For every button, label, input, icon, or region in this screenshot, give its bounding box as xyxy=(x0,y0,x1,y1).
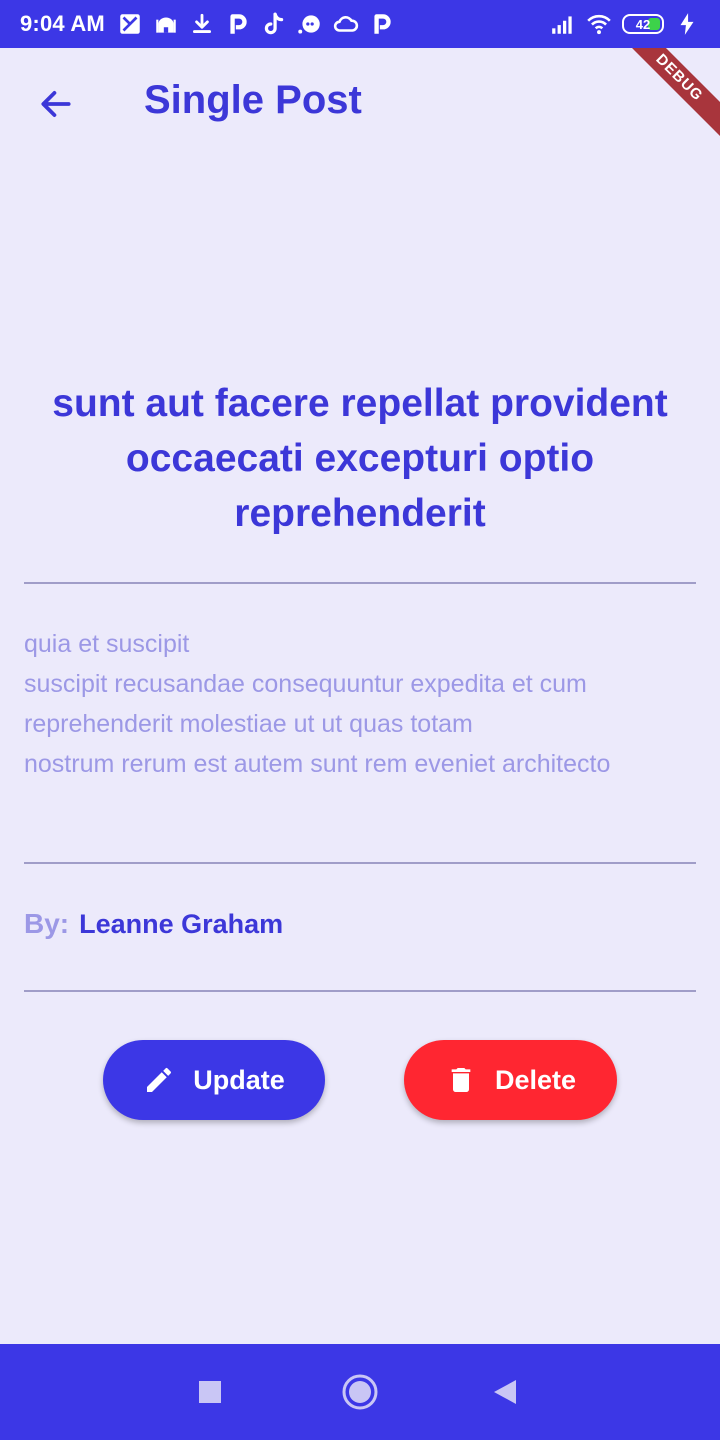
recents-button[interactable] xyxy=(188,1370,232,1414)
post-title: sunt aut facere repellat provident occae… xyxy=(52,382,668,535)
home-button[interactable] xyxy=(338,1370,382,1414)
app-bar: Single Post xyxy=(0,48,720,158)
trash-icon xyxy=(451,1068,471,1092)
divider xyxy=(24,990,696,992)
post-body: quia et suscipit suscipit recusandae con… xyxy=(24,630,611,778)
delete-button[interactable]: Delete xyxy=(404,1040,617,1120)
update-button[interactable]: Update xyxy=(103,1040,325,1120)
signal-icon xyxy=(550,11,576,37)
page-title: Single Post xyxy=(144,78,362,122)
author-label: By: xyxy=(24,908,70,939)
charging-icon xyxy=(674,11,700,37)
battery-icon: 42 xyxy=(622,14,664,34)
mosque-icon xyxy=(153,11,179,37)
update-button-label: Update xyxy=(193,1064,285,1095)
p-app-icon xyxy=(225,11,251,37)
delete-button-label: Delete xyxy=(494,1064,577,1095)
battery-level: 42 xyxy=(635,16,651,32)
cloud-icon xyxy=(333,11,359,37)
back-icon xyxy=(494,1380,516,1404)
recents-icon xyxy=(199,1381,221,1403)
author-name: Leanne Graham xyxy=(79,909,284,939)
pencil-icon xyxy=(147,1067,172,1092)
map-icon xyxy=(117,11,143,37)
chat-icon xyxy=(297,11,323,37)
back-button[interactable] xyxy=(32,86,80,122)
divider xyxy=(24,862,696,864)
notification-icons xyxy=(117,11,395,37)
nav-back-button[interactable] xyxy=(484,1370,528,1414)
status-time: 9:04 AM xyxy=(20,11,105,36)
system-status-icons: 42 xyxy=(550,11,700,37)
tiktok-icon xyxy=(261,11,287,37)
download-icon xyxy=(189,11,215,37)
home-icon xyxy=(342,1374,378,1410)
arrow-back-icon xyxy=(41,91,71,117)
wifi-icon xyxy=(586,11,612,37)
author-row: By: Leanne Graham xyxy=(24,908,283,940)
divider xyxy=(24,582,696,584)
p-app-icon xyxy=(369,11,395,37)
system-nav-bar xyxy=(0,1344,720,1440)
status-bar: 9:04 AM 42 xyxy=(0,0,720,48)
